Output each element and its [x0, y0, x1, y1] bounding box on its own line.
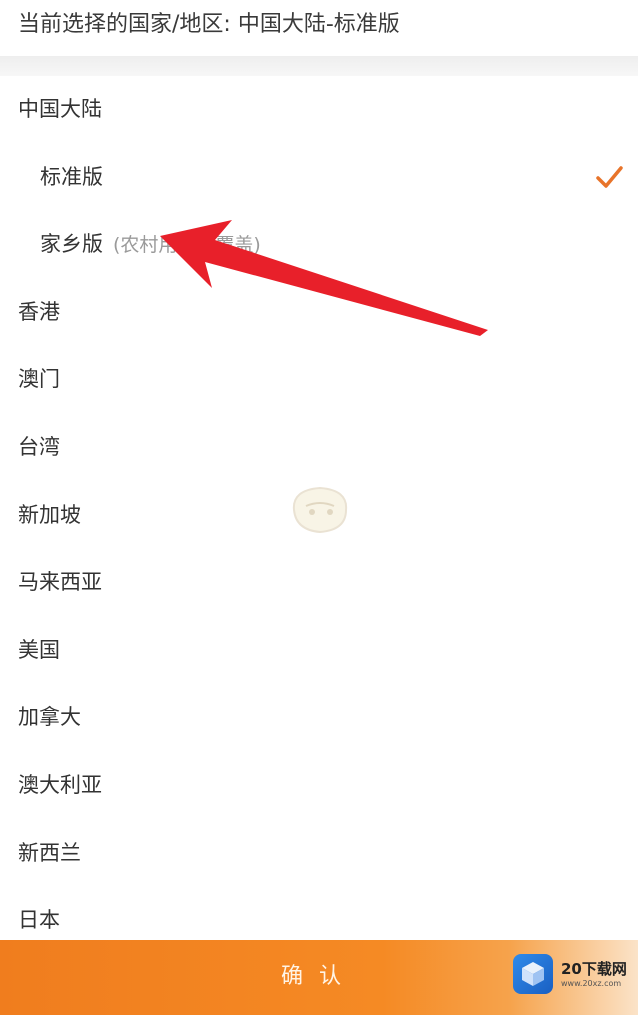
mascot-watermark-icon	[292, 486, 348, 534]
region-option-label: 马来西亚	[18, 568, 102, 596]
watermark-site: www.20xz.com	[561, 979, 622, 988]
region-option-label: 美国	[18, 636, 60, 664]
current-selection-text: 当前选择的国家/地区: 中国大陆-标准版	[18, 12, 400, 37]
region-name: 马来西亚	[18, 570, 102, 594]
region-option[interactable]: 澳大利亚	[0, 752, 638, 819]
region-option-label: 标准版	[40, 163, 103, 191]
watermark: 20下载网 www.20xz.com	[513, 954, 633, 994]
region-note: (农村用户全覆盖)	[113, 234, 261, 256]
region-option-label: 加拿大	[18, 703, 81, 731]
region-sub-option[interactable]: 标准版	[0, 144, 638, 211]
region-option[interactable]: 美国	[0, 617, 638, 684]
region-name: 美国	[18, 638, 60, 662]
region-option[interactable]: 澳门	[0, 346, 638, 413]
region-selector-screen: 当前选择的国家/地区: 中国大陆-标准版 中国大陆标准版家乡版 (农村用户全覆盖)…	[0, 0, 638, 1015]
region-option-label: 家乡版 (农村用户全覆盖)	[40, 230, 261, 259]
watermark-logo-icon	[513, 954, 553, 994]
region-sub-option[interactable]: 家乡版 (农村用户全覆盖)	[0, 211, 638, 278]
region-option[interactable]: 香港	[0, 279, 638, 346]
region-option[interactable]: 马来西亚	[0, 549, 638, 616]
region-option[interactable]: 新西兰	[0, 820, 638, 887]
region-option[interactable]: 台湾	[0, 414, 638, 481]
region-name: 台湾	[18, 435, 60, 459]
region-option-label: 香港	[18, 298, 60, 326]
region-option-label: 澳大利亚	[18, 771, 102, 799]
region-name: 家乡版	[40, 232, 103, 256]
region-name: 日本	[18, 908, 60, 932]
section-divider	[0, 56, 638, 76]
region-option-label: 日本	[18, 906, 60, 934]
region-name: 加拿大	[18, 705, 81, 729]
region-option-label: 新加坡	[18, 501, 81, 529]
check-icon	[596, 166, 623, 188]
region-option[interactable]: 中国大陆	[0, 76, 638, 143]
region-name: 新西兰	[18, 841, 81, 865]
region-option[interactable]: 加拿大	[0, 684, 638, 751]
region-name: 中国大陆	[18, 97, 102, 121]
watermark-brand: 20下载网	[561, 960, 627, 978]
region-option-label: 中国大陆	[18, 95, 102, 123]
region-name: 澳门	[18, 367, 60, 391]
region-option-label: 新西兰	[18, 839, 81, 867]
region-name: 新加坡	[18, 503, 81, 527]
region-name: 香港	[18, 300, 60, 324]
region-option-label: 澳门	[18, 365, 60, 393]
region-option-label: 台湾	[18, 433, 60, 461]
region-name: 标准版	[40, 165, 103, 189]
region-name: 澳大利亚	[18, 773, 102, 797]
header: 当前选择的国家/地区: 中国大陆-标准版	[0, 0, 638, 56]
